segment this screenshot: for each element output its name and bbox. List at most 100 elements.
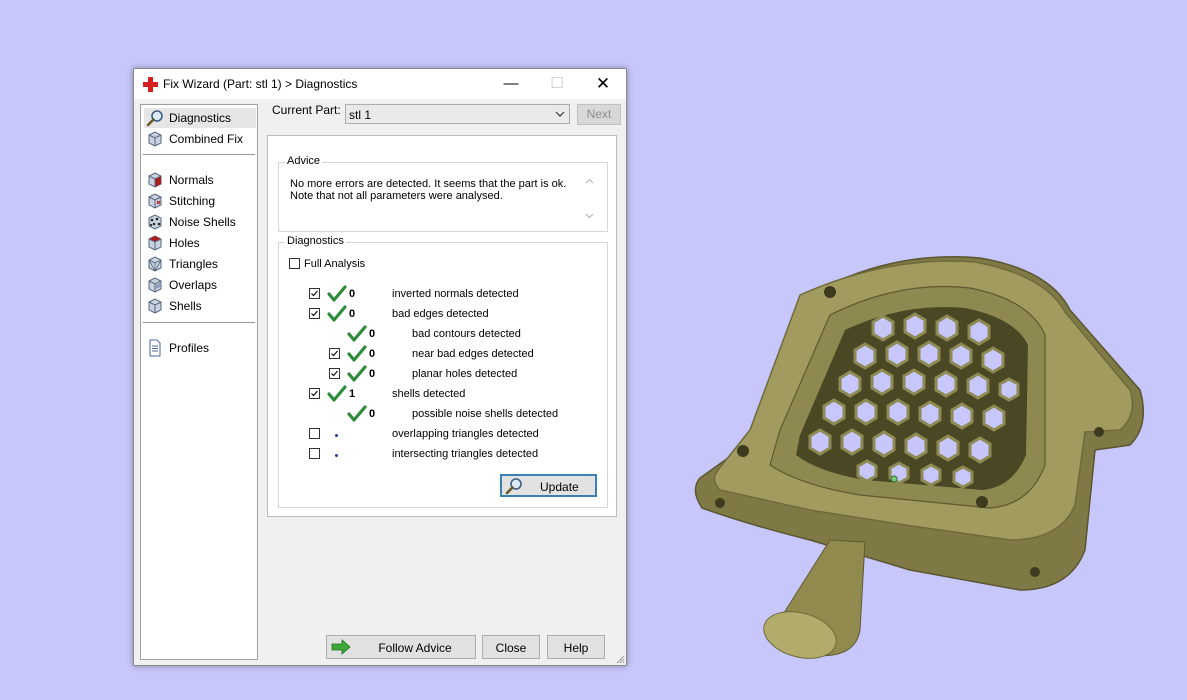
current-part-label: Current Part: [272,103,341,117]
nav-label: Combined Fix [169,132,244,146]
red-cross-icon [143,77,158,92]
overlapping-triangles-label: overlapping triangles detected [392,428,539,440]
close-label: Close [495,641,527,655]
current-part-select[interactable]: stl 1 [345,104,570,124]
nav-item-triangles[interactable]: Triangles [144,254,256,274]
intersecting-triangles-label: intersecting triangles detected [392,448,539,460]
planar-holes-checkbox[interactable] [329,368,340,379]
minimize-button[interactable]: — [488,69,534,99]
magnifier-icon [505,478,522,495]
nav-label: Normals [169,173,214,187]
bad-edges-label: bad edges detected [392,308,489,320]
advice-scrollbar[interactable] [582,175,597,222]
green-checkmark-icon [347,365,367,382]
shells-label: shells detected [392,388,466,400]
green-checkmark-icon [327,305,347,322]
3d-part-model[interactable] [690,250,1150,670]
cube-icon [148,131,162,147]
inverted-normals-count: 0 [349,288,356,300]
shells-checkbox[interactable] [309,388,320,399]
green-checkmark-icon [347,325,367,342]
nav-label: Noise Shells [169,215,236,229]
full-analysis-label: Full Analysis [304,258,366,270]
bad-contours-count: 0 [369,328,376,340]
advice-line: Note that not all parameters were analys… [290,190,503,202]
green-checkmark-icon [327,285,347,302]
chevron-down-icon [555,111,565,117]
nav-item-normals[interactable]: Normals [144,170,256,190]
nav-item-stitching[interactable]: Stitching [144,191,256,211]
help-button[interactable]: Help [547,635,605,659]
green-checkmark-icon [327,385,347,402]
near-bad-edges-label: near bad edges detected [412,348,534,360]
nav-label: Shells [169,299,202,313]
planar-holes-label: planar holes detected [412,368,518,380]
near-bad-edges-count: 0 [369,348,376,360]
diagnostics-group: Diagnostics Full Analysis 0 inverted nor… [278,235,608,508]
triangles-cube-icon [148,256,162,272]
part-body [694,256,1145,659]
advice-title: Advice [285,155,323,167]
close-button[interactable]: Close [482,635,540,659]
nav-item-shells[interactable]: Shells [144,296,256,316]
intersecting-triangles-checkbox[interactable] [309,448,320,459]
shells-count: 1 [349,388,356,400]
inverted-normals-checkbox[interactable] [309,288,320,299]
normals-cube-icon [148,172,162,188]
document-icon [149,339,161,357]
bad-edges-count: 0 [349,308,356,320]
help-label: Help [563,641,589,655]
nav-item-holes[interactable]: Holes [144,233,256,253]
selection-marker-icon [890,475,898,483]
magnifier-icon [146,110,163,127]
not-analysed-dot-icon [335,434,338,437]
green-checkmark-icon [347,405,367,422]
nav-label: Overlaps [169,278,218,292]
advice-text: No more errors are detected. It seems th… [290,178,580,202]
noise-shells-label: possible noise shells detected [412,408,559,420]
shells-cube-icon [148,298,162,314]
nav-item-combined-fix[interactable]: Combined Fix [144,129,256,149]
resize-grip-icon[interactable] [615,654,625,664]
holes-cube-icon [148,235,162,251]
advice-line: No more errors are detected. It seems th… [290,178,567,190]
next-button[interactable]: Next [577,104,621,125]
nav-label: Diagnostics [169,111,232,125]
maximize-button[interactable]: ☐ [534,69,580,99]
nav-separator [143,322,255,323]
advice-group: Advice No more errors are detected. It s… [278,155,608,232]
follow-advice-button[interactable]: Follow Advice [326,635,476,659]
nav-item-noise-shells[interactable]: Noise Shells [144,212,256,232]
cylinder-handle [763,539,866,659]
current-part-value: stl 1 [349,108,372,122]
update-label: Update [540,480,579,494]
green-checkmark-icon [347,345,367,362]
not-analysed-dot-icon [335,454,338,457]
nav-item-overlaps[interactable]: Overlaps [144,275,256,295]
overlaps-cube-icon [148,277,162,293]
planar-holes-count: 0 [369,368,376,380]
nav-label: Profiles [169,341,210,355]
nav-label: Stitching [169,194,216,208]
overlapping-triangles-checkbox[interactable] [309,428,320,439]
nav-item-diagnostics[interactable]: Diagnostics [144,108,256,128]
fix-wizard-navigation: Diagnostics Combined Fix Normals Stitchi… [140,104,258,660]
bad-edges-checkbox[interactable] [309,308,320,319]
title-bar[interactable]: Fix Wizard (Part: stl 1) > Diagnostics —… [134,69,626,99]
follow-advice-label: Follow Advice [378,641,452,655]
nav-item-profiles[interactable]: Profiles [144,338,256,358]
full-analysis-checkbox[interactable] [289,258,300,269]
nav-label: Holes [169,236,200,250]
update-button[interactable]: Update [500,474,597,497]
bad-contours-label: bad contours detected [412,328,521,340]
window-title: Fix Wizard (Part: stl 1) > Diagnostics [163,77,358,91]
diagnostics-title: Diagnostics [285,235,346,247]
near-bad-edges-checkbox[interactable] [329,348,340,359]
nav-separator [143,154,255,155]
close-window-button[interactable]: ✕ [580,69,626,99]
noise-shells-count: 0 [369,408,376,420]
nav-label: Triangles [169,257,218,271]
noise-shells-icon [148,214,162,230]
diagnostics-panel: Advice No more errors are detected. It s… [267,135,617,517]
inverted-normals-label: inverted normals detected [392,288,519,300]
